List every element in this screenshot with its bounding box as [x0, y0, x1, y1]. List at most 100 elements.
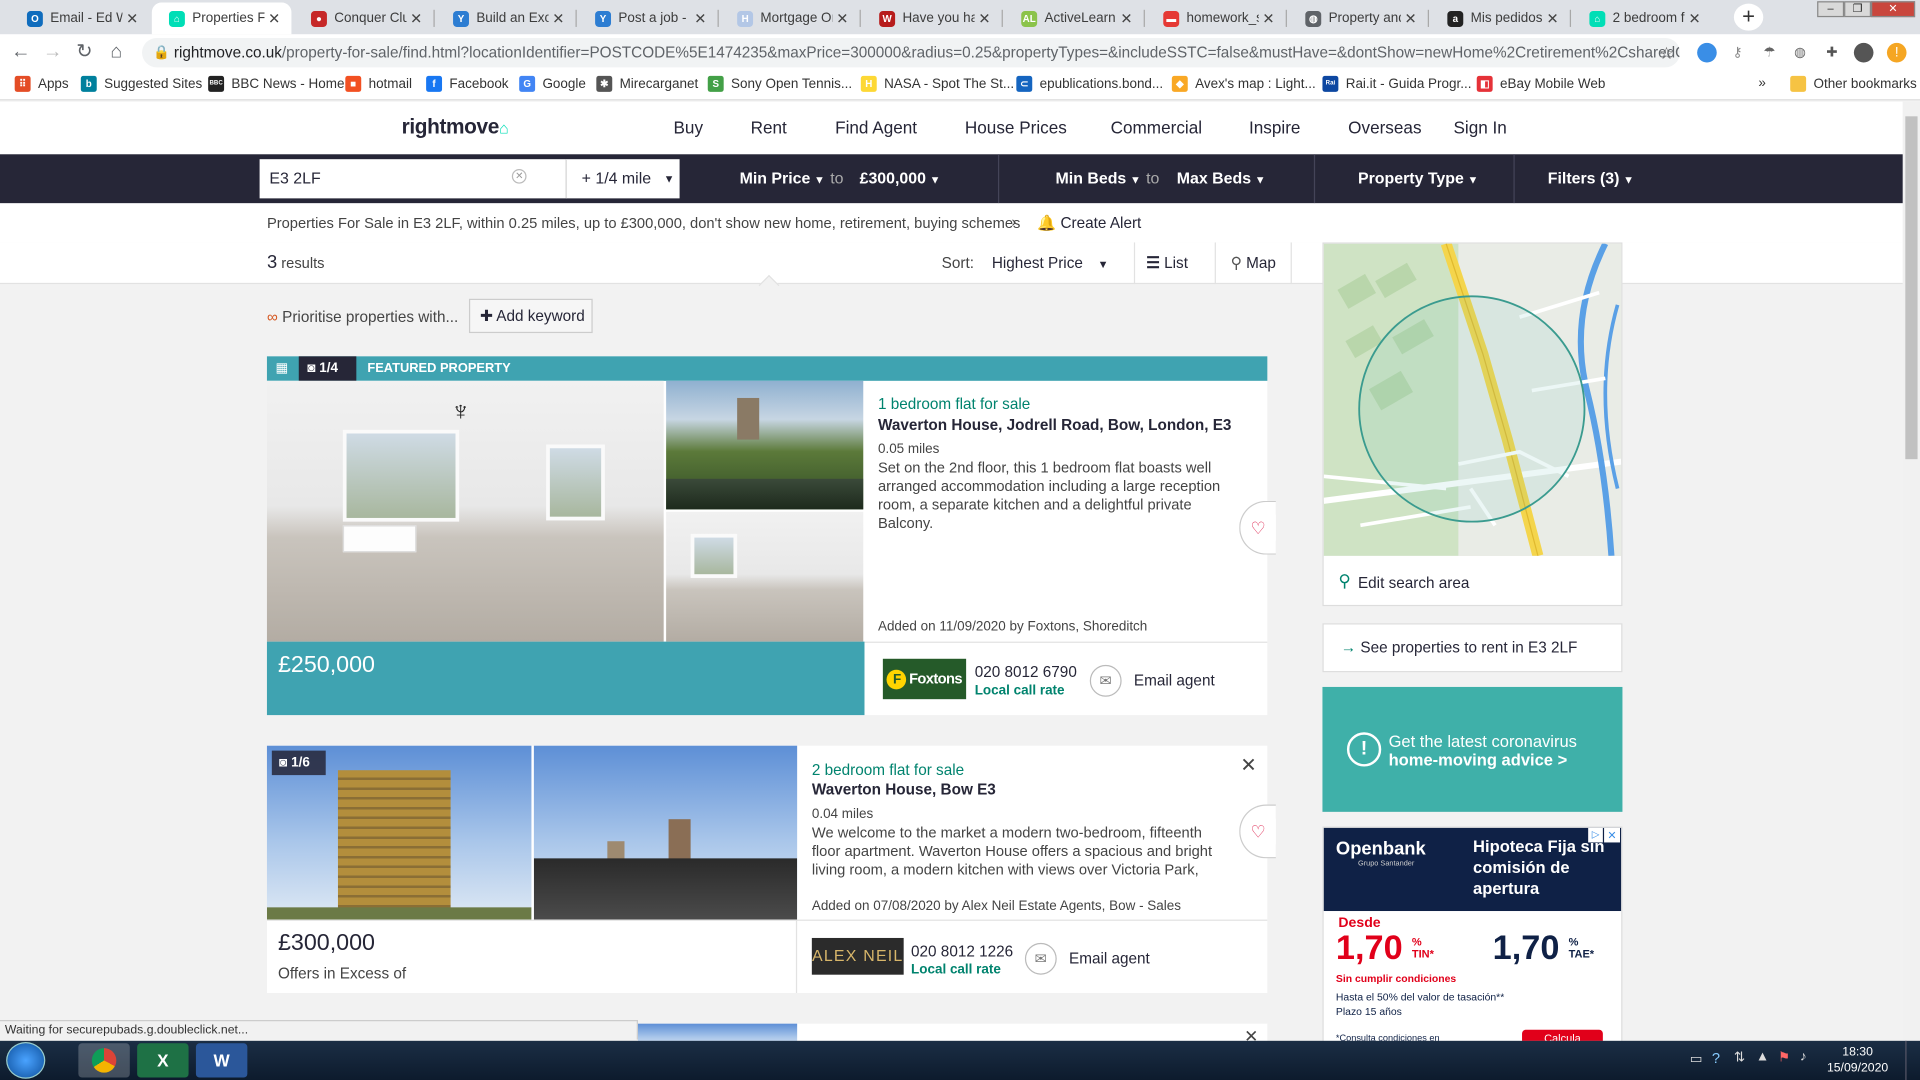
show-desktop-button[interactable] — [1905, 1040, 1920, 1080]
bookmark-item[interactable]: ✱ Mirecarganet — [596, 75, 698, 92]
floorplan-icon[interactable]: ▦ — [276, 360, 289, 376]
foxtons-agent-logo[interactable]: F Foxtons — [882, 658, 967, 700]
browser-tab[interactable]: ◍ Property and c✕ — [1288, 2, 1428, 34]
page-scrollbar[interactable] — [1902, 101, 1920, 1041]
address-bar[interactable]: 🔒 rightmove.co.uk/property-for-sale/find… — [142, 37, 1681, 68]
bookmark-item[interactable]: f Facebook — [426, 75, 509, 92]
taskbar-word-icon[interactable]: W — [195, 1043, 248, 1078]
price-bar[interactable]: £250,000 — [266, 641, 865, 716]
coronavirus-advice-banner[interactable]: ! Get the latest coronavirus home-moving… — [1322, 686, 1623, 812]
main-photo[interactable]: ♆ — [266, 380, 664, 642]
agent-phone[interactable]: 020 8012 6790 — [975, 664, 1077, 681]
search-area-map[interactable] — [1323, 243, 1622, 556]
bookmark-item[interactable]: H NASA - Spot The St... — [860, 75, 1014, 92]
radius-select[interactable]: + 1/4 mile ▼ — [565, 159, 680, 199]
bookmark-item[interactable]: ⠿ Apps — [14, 75, 69, 92]
bookmark-star-icon[interactable]: ☆ — [1657, 43, 1677, 63]
nav-inspire[interactable]: Inspire — [1249, 118, 1300, 138]
browser-tab[interactable]: a Mis pedidos ✕ — [1430, 2, 1570, 34]
browser-tab[interactable]: ▬ homework_she✕ — [1146, 2, 1286, 34]
reload-icon[interactable]: ↻ — [73, 42, 95, 64]
nav-commercial[interactable]: Commercial — [1111, 118, 1202, 138]
photo-count-badge[interactable]: ◙ 1/4 — [298, 356, 357, 381]
listing-description[interactable]: We welcome to the market a modern two-be… — [812, 824, 1222, 879]
nav-overseas[interactable]: Overseas — [1348, 118, 1421, 138]
close-ad-icon[interactable]: ✕ — [1604, 827, 1621, 843]
create-alert-button[interactable]: 🔔 Create Alert — [1037, 214, 1141, 232]
listing-title[interactable]: 2 bedroom flat for sale — [812, 762, 964, 779]
close-tab-icon[interactable]: ✕ — [407, 10, 427, 27]
browser-tab[interactable]: H Mortgage On ✕ — [720, 2, 860, 34]
browser-tab[interactable]: ⌂ Properties For Sa✕ — [151, 2, 292, 35]
browser-tab[interactable]: W Have you had✕ — [862, 2, 1002, 34]
close-tab-icon[interactable]: ✕ — [691, 10, 711, 27]
bookmark-item[interactable]: Rai Rai.it - Guida Progr... — [1322, 75, 1471, 92]
rightmove-logo[interactable]: rightmove⌂ — [402, 115, 509, 139]
nav-house-prices[interactable]: House Prices — [965, 118, 1067, 138]
openbank-advert[interactable]: Openbank Grupo Santander Hipoteca Fija s… — [1322, 826, 1623, 1041]
tray-flag-icon[interactable]: ⚑ — [1778, 1049, 1790, 1066]
forward-icon[interactable]: → — [42, 42, 64, 64]
umbrella-extension-icon[interactable]: ☂ — [1760, 43, 1780, 63]
max-beds-select[interactable]: Max Beds ▼ — [1177, 169, 1266, 187]
listing-card[interactable]: ◙ 1/6 2 bedroom flat for sale Waverton H… — [266, 745, 1276, 994]
taskbar-chrome-icon[interactable] — [78, 1043, 130, 1078]
nav-buy[interactable]: Buy — [673, 118, 703, 138]
browser-tab[interactable]: ⌂ 2 bedroom flat✕ — [1572, 2, 1712, 34]
agent-phone[interactable]: 020 8012 1226 — [911, 943, 1013, 960]
nav-rent[interactable]: Rent — [751, 118, 787, 138]
email-agent-button[interactable]: Email agent — [1134, 672, 1215, 689]
close-tab-icon[interactable]: ✕ — [1685, 10, 1705, 27]
close-icon[interactable]: ✕ — [1244, 1026, 1258, 1041]
close-icon[interactable]: ✕ — [1240, 753, 1256, 777]
bookmark-item[interactable]: ■ hotmail — [345, 75, 412, 92]
adchoices-icon[interactable]: ▷ — [1588, 827, 1603, 843]
call-rate-link[interactable]: Local call rate — [975, 683, 1065, 698]
taskbar-clock[interactable]: 18:30 15/09/2020 — [1827, 1044, 1888, 1076]
scrollbar-thumb[interactable] — [1905, 116, 1918, 460]
max-price-select[interactable]: £300,000 ▼ — [860, 169, 941, 187]
listing-card[interactable]: ✕ — [637, 1023, 1268, 1041]
puzzle-extensions-icon[interactable]: ✚ — [1822, 43, 1842, 63]
save-favourite-heart-icon[interactable]: ♡ — [1239, 500, 1276, 555]
bookmark-item[interactable]: b Suggested Sites — [80, 75, 202, 92]
save-favourite-heart-icon[interactable]: ♡ — [1239, 804, 1276, 859]
balcony-photo[interactable] — [666, 380, 864, 510]
close-tab-icon[interactable]: ✕ — [549, 10, 569, 27]
room-photo[interactable] — [666, 511, 864, 642]
tray-volume-icon[interactable]: ♪ — [1800, 1049, 1807, 1064]
close-tab-icon[interactable]: ✕ — [122, 10, 142, 27]
cloud-extension-icon[interactable] — [1697, 42, 1717, 63]
min-beds-select[interactable]: Min Beds ▼ — [1056, 169, 1141, 187]
windows-start-button[interactable] — [6, 1042, 46, 1079]
clear-location-icon[interactable]: ✕ — [511, 168, 527, 184]
property-type-select[interactable]: Property Type ▼ — [1358, 169, 1478, 187]
bookmark-item[interactable]: S Sony Open Tennis... — [707, 75, 852, 92]
globe-extension-icon[interactable]: ◍ — [1790, 43, 1810, 63]
alex-neil-agent-logo[interactable]: ALEX NEIL — [811, 937, 904, 975]
new-tab-button[interactable]: + — [1733, 3, 1764, 31]
list-view-button[interactable]: ☰ List — [1133, 242, 1216, 285]
listing-title[interactable]: 1 bedroom flat for sale — [878, 396, 1030, 413]
main-photo[interactable]: ◙ 1/6 — [266, 745, 532, 920]
listing-address[interactable]: Waverton House, Jodrell Road, Bow, Londo… — [878, 416, 1231, 433]
restore-window-button[interactable]: ❐ — [1844, 1, 1872, 18]
envelope-icon[interactable]: ✉ — [1089, 664, 1122, 697]
close-tab-icon[interactable]: ✕ — [833, 10, 853, 27]
browser-tab[interactable]: Y Post a job - (@✕ — [578, 2, 718, 34]
close-tab-icon[interactable]: ✕ — [1117, 10, 1137, 27]
tray-help-icon[interactable]: ? — [1712, 1049, 1720, 1066]
bookmark-item[interactable]: G Google — [519, 75, 586, 92]
bookmark-item[interactable]: ◆ Avex's map : Light... — [1171, 75, 1316, 92]
photo-count-badge[interactable]: ◙ 1/6 — [271, 750, 326, 776]
ad-cta-button[interactable]: Calcula — [1522, 1029, 1603, 1041]
listing-description[interactable]: Set on the 2nd floor, this 1 bedroom fla… — [878, 459, 1227, 532]
taskbar-excel-icon[interactable]: X — [137, 1043, 189, 1078]
close-tab-icon[interactable]: ✕ — [1401, 10, 1421, 27]
browser-tab[interactable]: ● Conquer Club✕ — [294, 2, 434, 34]
back-icon[interactable]: ← — [10, 42, 32, 64]
map-view-button[interactable]: ⚲ Map — [1216, 242, 1292, 285]
key-extension-icon[interactable]: ⚷ — [1728, 43, 1748, 63]
edit-search-area-link[interactable]: Edit search area — [1358, 574, 1469, 591]
browser-tab[interactable]: AL ActiveLearn ✕ — [1004, 2, 1144, 34]
